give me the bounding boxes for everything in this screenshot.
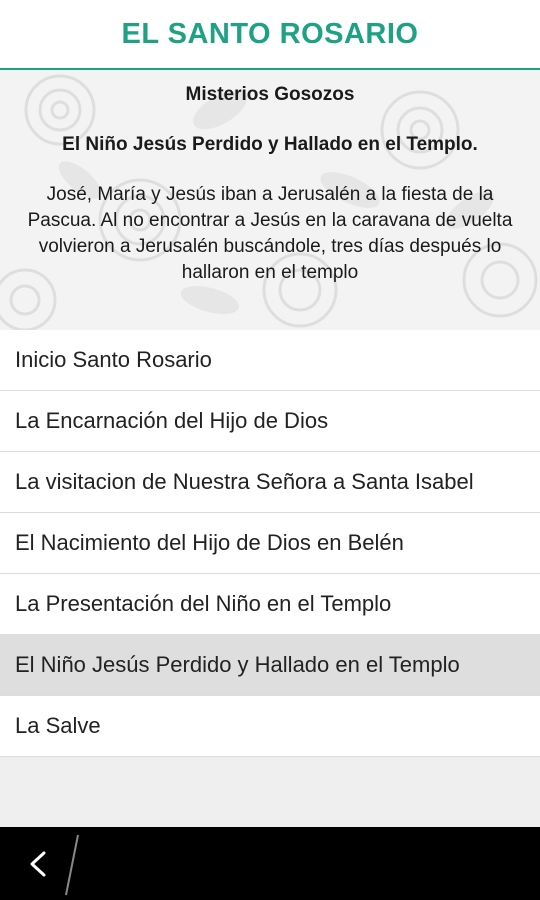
list-item-visitacion[interactable]: La visitacion de Nuestra Señora a Santa … [0,452,540,513]
list-item-label: La Salve [15,713,101,738]
list-item-encarnacion[interactable]: La Encarnación del Hijo de Dios [0,391,540,452]
app-title: EL SANTO ROSARIO [121,17,419,50]
system-nav-bar [0,827,540,900]
section-title: Misterios Gosozos [185,84,355,105]
chevron-left-icon[interactable] [24,847,54,881]
list-item-label: La visitacion de Nuestra Señora a Santa … [15,469,474,494]
list-item-label: El Nacimiento del Hijo de Dios en Belén [15,530,404,555]
list-item-label: Inicio Santo Rosario [15,347,212,372]
mystery-header: Misterios Gosozos El Niño Jesús Perdido … [0,70,540,330]
nav-divider [65,834,79,896]
mystery-description: José, María y Jesús iban a Jerusalén a l… [27,184,513,283]
mystery-title: El Niño Jesús Perdido y Hallado en el Te… [62,134,478,155]
mysteries-list: Inicio Santo Rosario La Encarnación del … [0,330,540,757]
app-bar: EL SANTO ROSARIO [0,0,540,70]
list-item-label: La Encarnación del Hijo de Dios [15,408,329,433]
empty-area [0,757,540,827]
list-item-nacimiento[interactable]: El Nacimiento del Hijo de Dios en Belén [0,513,540,574]
list-item-inicio[interactable]: Inicio Santo Rosario [0,330,540,391]
list-item-label: La Presentación del Niño en el Templo [15,591,392,616]
list-item-salve[interactable]: La Salve [0,696,540,757]
list-item-nino-perdido[interactable]: El Niño Jesús Perdido y Hallado en el Te… [0,635,540,696]
list-item-label: El Niño Jesús Perdido y Hallado en el Te… [15,652,460,677]
list-item-presentacion[interactable]: La Presentación del Niño en el Templo [0,574,540,635]
